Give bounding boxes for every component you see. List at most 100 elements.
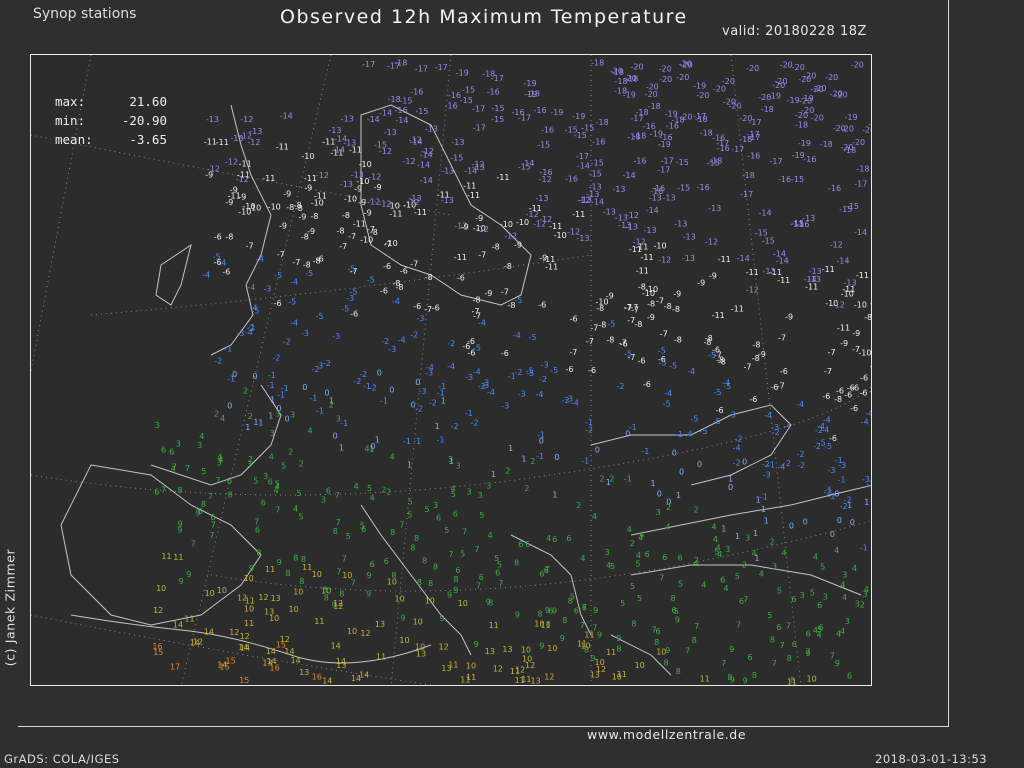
station-value: -6	[350, 310, 358, 319]
station-value: -12	[403, 157, 416, 166]
stat-mean-value: -3.65	[129, 132, 167, 147]
station-value: -16	[634, 156, 647, 165]
station-value: -1	[465, 409, 473, 418]
station-value: -1	[860, 543, 868, 552]
station-value: -1	[403, 437, 411, 446]
station-value: 9	[665, 646, 670, 655]
station-value: -5	[624, 350, 632, 359]
station-value: 8	[286, 569, 291, 578]
station-value: -2	[429, 398, 437, 407]
station-value: 6	[518, 540, 523, 549]
station-value: -18	[633, 132, 646, 141]
station-value: -2	[514, 368, 522, 377]
station-value: -19	[456, 69, 469, 78]
station-value: 3	[605, 548, 610, 557]
station-value: -5	[288, 298, 296, 307]
station-value: -18	[482, 69, 495, 78]
station-value: 7	[172, 463, 177, 472]
station-value: 7	[335, 491, 340, 500]
station-value: 0	[742, 458, 747, 467]
station-value: 7	[185, 464, 190, 473]
station-value: -6	[749, 395, 757, 404]
station-value: -16	[565, 175, 578, 184]
station-value: -12	[830, 240, 843, 249]
station-value: 3	[321, 496, 326, 505]
station-value: -18	[700, 128, 713, 137]
station-value: -20	[610, 66, 623, 75]
station-value: 0	[411, 400, 416, 409]
station-value: -17	[770, 157, 783, 166]
station-value: 13	[271, 594, 281, 603]
station-value: 4	[354, 482, 359, 491]
station-value: -1	[268, 371, 276, 380]
stat-max-label: max:	[55, 94, 86, 109]
station-value: 10	[244, 604, 254, 613]
station-value: -9	[358, 198, 366, 207]
station-value: -19	[787, 96, 800, 105]
station-value: -4	[722, 378, 730, 387]
credit-label: (c) Janek Zimmer	[2, 548, 18, 667]
station-value: 4	[627, 525, 632, 534]
station-value: -16	[592, 138, 605, 147]
station-value: 1	[552, 491, 557, 500]
station-value: -9	[205, 171, 213, 180]
station-value: -4	[392, 297, 400, 306]
station-value: -5	[529, 333, 537, 342]
station-value: 8	[301, 555, 306, 564]
station-value: -11	[463, 182, 476, 191]
station-value: -11	[718, 255, 731, 264]
station-value: 7	[498, 579, 503, 588]
station-value: -15	[491, 115, 504, 124]
station-value: 4	[592, 512, 597, 521]
station-value: 9	[249, 564, 254, 573]
station-value: 8	[178, 486, 183, 495]
station-value: 8	[770, 636, 775, 645]
station-value: -6	[274, 299, 282, 308]
station-value: 8	[727, 673, 732, 682]
station-value: -17	[435, 63, 448, 72]
station-value: -18	[672, 115, 685, 124]
station-value: -19	[845, 113, 858, 122]
station-value: 2	[742, 561, 747, 570]
station-value: -10	[858, 349, 871, 358]
station-value: -6	[380, 286, 388, 295]
station-value: 14	[322, 677, 332, 686]
station-value: -5	[714, 388, 722, 397]
station-value: 6	[161, 446, 166, 455]
station-value: 3	[845, 617, 850, 626]
station-value: 5	[767, 611, 772, 620]
station-value: -17	[661, 157, 674, 166]
station-value: -7	[246, 242, 254, 251]
station-value: 8	[390, 528, 395, 537]
station-value: -14	[464, 166, 477, 175]
station-value: -9	[225, 198, 233, 207]
station-value: -5	[305, 269, 313, 278]
station-value: 0	[554, 453, 559, 462]
station-value: -2	[772, 428, 780, 437]
station-value: 5	[444, 526, 449, 535]
station-value: 8	[323, 586, 328, 595]
station-value: 6	[806, 629, 811, 638]
station-value: -2	[735, 434, 743, 443]
station-value: 7	[721, 659, 726, 668]
station-value: 5	[735, 572, 740, 581]
station-value: -14	[623, 171, 636, 180]
stats-box: max: 21.60 min: -20.90 mean: -3.65	[55, 92, 167, 149]
station-value: -11	[542, 255, 555, 264]
station-value: 0	[830, 530, 835, 539]
station-value: 0	[227, 401, 232, 410]
website-link[interactable]: www.modellzentrale.de	[587, 727, 746, 742]
station-value: 11	[489, 621, 499, 630]
station-value: -20	[803, 72, 816, 81]
station-value: 9	[560, 634, 565, 643]
station-value: -12	[239, 132, 252, 141]
station-value: 8	[562, 616, 567, 625]
station-value: -4	[764, 411, 772, 420]
station-value: -7	[744, 362, 752, 371]
station-value: 2	[505, 466, 510, 475]
station-value: -11	[237, 171, 250, 180]
station-value: 0	[625, 430, 630, 439]
station-value: -2	[272, 354, 280, 363]
station-value: 17	[170, 663, 180, 672]
station-value: -11	[276, 142, 289, 151]
